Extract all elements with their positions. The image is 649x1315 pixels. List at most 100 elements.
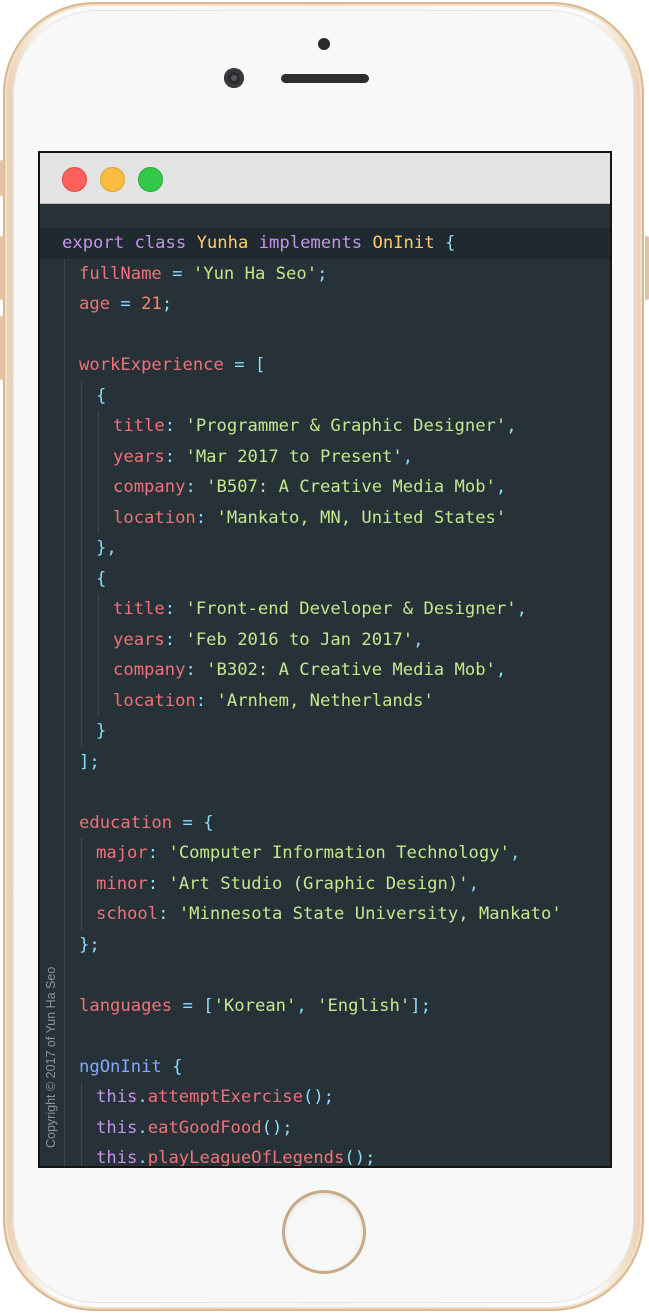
maximize-window-icon[interactable] [138, 167, 163, 192]
editor-tab-strip [40, 204, 610, 228]
code-editor: export class Yunha implements OnInit { fu… [40, 228, 610, 1168]
code-line: company: 'B302: A Creative Media Mob', [40, 655, 610, 686]
indent-guide [81, 868, 82, 899]
code-line: school: 'Minnesota State University, Man… [40, 899, 610, 930]
indent-guide [64, 716, 65, 747]
code-line: this.attemptExercise(); [40, 1082, 610, 1113]
indent-guide [81, 1143, 82, 1166]
code-line: this.playLeagueOfLegends(); [40, 1143, 610, 1168]
code-line-text: }, [96, 538, 117, 558]
indent-guide [81, 441, 82, 472]
code-line [40, 777, 610, 808]
code-line-text: age = 21; [79, 294, 173, 314]
code-line-text: this.attemptExercise(); [96, 1087, 335, 1107]
code-line: title: 'Programmer & Graphic Designer', [40, 411, 610, 442]
code-line [40, 1021, 610, 1052]
code-line: company: 'B507: A Creative Media Mob', [40, 472, 610, 503]
indent-guide [64, 838, 65, 869]
code-line: years: 'Feb 2016 to Jan 2017', [40, 624, 610, 655]
code-line-text: { [96, 385, 107, 406]
window-titlebar [40, 153, 610, 204]
power-button [645, 236, 649, 300]
indent-guide [81, 624, 82, 655]
indent-guide [81, 502, 82, 533]
close-window-icon[interactable] [62, 167, 87, 192]
code-line-text: workExperience = [ [79, 355, 266, 375]
indent-guide [64, 807, 65, 838]
indent-guide [64, 899, 65, 930]
code-line-text: company: 'B507: A Creative Media Mob', [113, 477, 507, 497]
code-line-text: education = { [79, 812, 214, 833]
minimize-window-icon[interactable] [100, 167, 125, 192]
indent-guide [64, 624, 65, 655]
indent-guide [64, 1112, 65, 1143]
code-line: education = { [40, 807, 610, 838]
indent-guide [64, 441, 65, 472]
code-line-text: ngOnInit { [79, 1056, 183, 1077]
mute-switch [0, 160, 4, 196]
volume-down-button [0, 316, 4, 380]
indent-guide [64, 777, 65, 808]
code-line: age = 21; [40, 289, 610, 320]
indent-guide [98, 655, 99, 686]
indent-guide [64, 655, 65, 686]
home-button[interactable] [282, 1190, 366, 1274]
indent-guide [81, 1082, 82, 1113]
code-line: ]; [40, 746, 610, 777]
indent-guide [98, 441, 99, 472]
indent-guide [81, 1112, 82, 1143]
code-line: }, [40, 533, 610, 564]
indent-guide [64, 1143, 65, 1166]
indent-guide [64, 1021, 65, 1052]
code-line-text: location: 'Mankato, MN, United States' [113, 507, 507, 528]
code-line [40, 319, 610, 350]
code-line: workExperience = [ [40, 350, 610, 381]
code-line: years: 'Mar 2017 to Present', [40, 441, 610, 472]
indent-guide [64, 990, 65, 1021]
code-line-text: export class Yunha implements OnInit { [62, 233, 456, 253]
indent-guide [64, 289, 65, 320]
code-line-text: this.playLeagueOfLegends(); [96, 1148, 376, 1168]
indent-guide [64, 350, 65, 381]
code-line-text: ]; [79, 751, 100, 772]
indent-guide [81, 716, 82, 747]
code-line-text: years: 'Mar 2017 to Present', [113, 446, 414, 467]
indent-guide [81, 838, 82, 869]
code-line-text: this.eatGoodFood(); [96, 1117, 293, 1138]
indent-guide [64, 685, 65, 716]
indent-guide [64, 319, 65, 350]
code-line-text: location: 'Arnhem, Netherlands' [113, 690, 434, 711]
volume-up-button [0, 236, 4, 300]
indent-guide [98, 411, 99, 442]
indent-guide [81, 685, 82, 716]
code-line: { [40, 380, 610, 411]
code-line: ngOnInit { [40, 1051, 610, 1082]
indent-guide [81, 411, 82, 442]
indent-guide [98, 685, 99, 716]
code-line-text: } [96, 721, 107, 741]
indent-guide [64, 594, 65, 625]
code-line: }; [40, 929, 610, 960]
indent-guide [64, 563, 65, 594]
indent-guide [81, 533, 82, 564]
indent-guide [98, 624, 99, 655]
code-window: export class Yunha implements OnInit { fu… [38, 151, 612, 1168]
indent-guide [98, 472, 99, 503]
code-line: export class Yunha implements OnInit { [40, 228, 610, 259]
indent-guide [98, 502, 99, 533]
indent-guide [64, 411, 65, 442]
code-line: fullName = 'Yun Ha Seo'; [40, 258, 610, 289]
indent-guide [64, 746, 65, 777]
indent-guide [64, 960, 65, 991]
code-line-text: }; [79, 934, 100, 955]
front-camera-icon [224, 68, 244, 88]
indent-guide [81, 563, 82, 594]
code-line-text: school: 'Minnesota State University, Man… [96, 904, 562, 924]
code-line [40, 960, 610, 991]
code-line-text: years: 'Feb 2016 to Jan 2017', [113, 629, 424, 650]
code-line-text: major: 'Computer Information Technology'… [96, 843, 521, 863]
copyright-text: Copyright © 2017 of Yun Ha Seo [44, 966, 58, 1148]
code-line-text: minor: 'Art Studio (Graphic Design)', [96, 873, 479, 894]
indent-guide [81, 472, 82, 503]
indent-guide [81, 899, 82, 930]
